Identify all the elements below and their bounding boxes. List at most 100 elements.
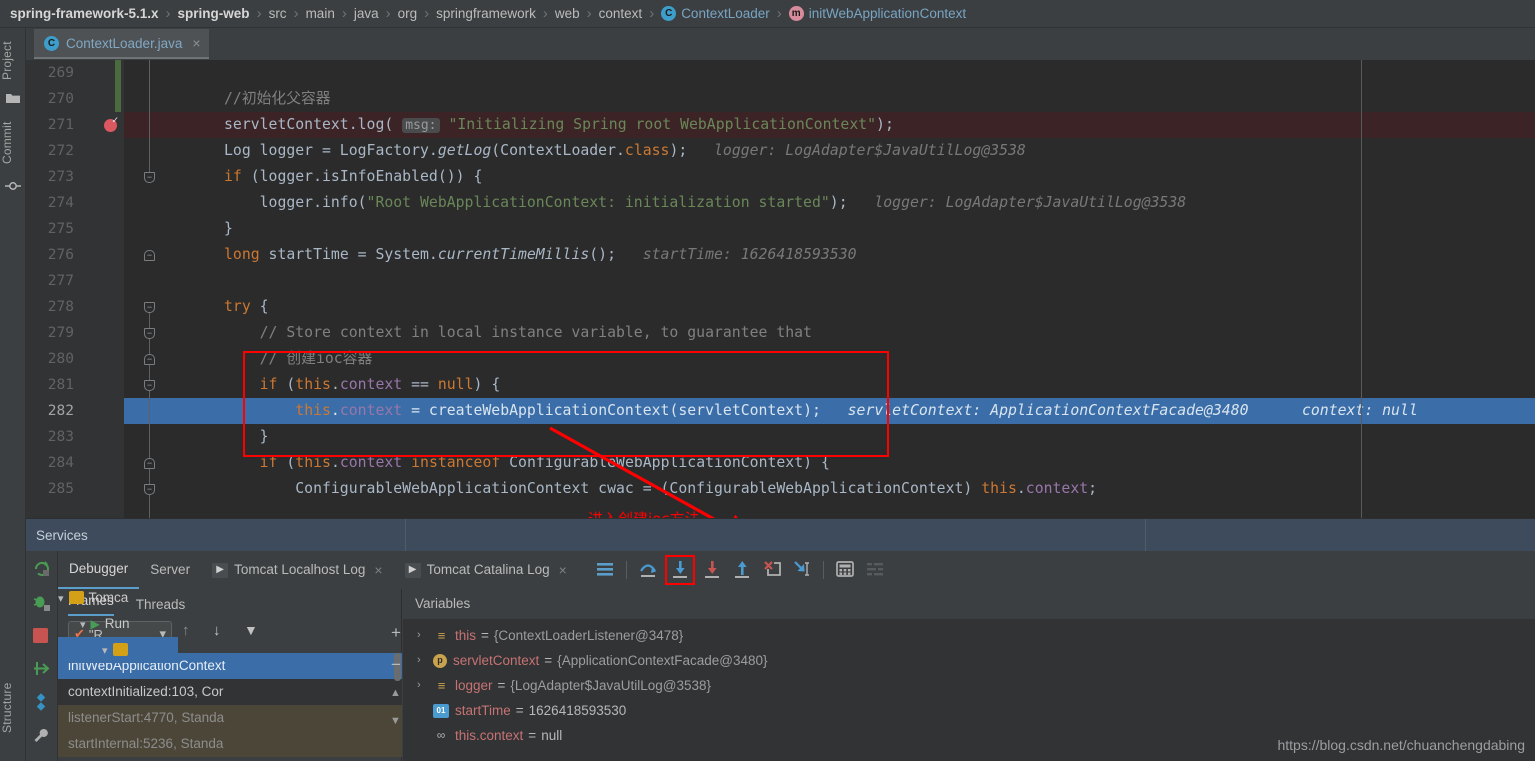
remove-watch-button[interactable]: − (391, 655, 401, 675)
line-number-278[interactable]: 278 (26, 294, 124, 320)
code-line-283[interactable]: } (124, 424, 1535, 450)
breadcrumb-item-context[interactable]: context (599, 6, 643, 21)
step-over-icon[interactable] (635, 557, 661, 583)
code-line-273[interactable]: if (logger.isInfoEnabled()) { (124, 164, 1535, 190)
breadcrumb-item-main[interactable]: main (306, 6, 335, 21)
show-execution-point-icon[interactable] (592, 557, 618, 583)
breadcrumb-item-web[interactable]: web (555, 6, 580, 21)
variable-row[interactable]: › ≡ logger = {LogAdapter$JavaUtilLog@3538} (403, 673, 1535, 698)
line-number-285[interactable]: 285 (26, 476, 124, 502)
fold-open-icon-285[interactable]: − (144, 484, 155, 495)
fold-close-icon-281[interactable]: − (144, 354, 155, 365)
fold-open-icon-273[interactable]: − (144, 172, 155, 183)
line-number-276[interactable]: 276 (26, 242, 124, 268)
editor-tab-contextloader[interactable]: C ContextLoader.java × (34, 29, 209, 59)
fold-open-icon-279[interactable]: − (144, 328, 155, 339)
code-line-269[interactable] (124, 60, 1535, 86)
expand-chevron-icon[interactable]: › (417, 673, 433, 698)
run-to-cursor-icon[interactable] (789, 557, 815, 583)
line-number-273[interactable]: 273 (26, 164, 124, 190)
close-icon[interactable]: × (559, 551, 567, 589)
services-tree-item[interactable]: ▾ (58, 637, 178, 663)
line-number-282[interactable]: 282 (26, 398, 124, 424)
breadcrumb-item-contextloader[interactable]: C ContextLoader (661, 6, 770, 21)
fold-close-icon-275[interactable]: − (144, 250, 155, 261)
code-line-272[interactable]: Log logger = LogFactory.getLog(ContextLo… (124, 138, 1535, 164)
filter-icon[interactable]: ▼ (244, 622, 258, 638)
breadcrumb-item-spring-web[interactable]: spring-web (178, 6, 250, 21)
code-line-281[interactable]: if (this.context == null) { (124, 372, 1535, 398)
force-step-into-icon[interactable] (699, 557, 725, 583)
chevron-down-icon[interactable]: ▾ (80, 619, 86, 631)
code-line-278[interactable]: try { (124, 294, 1535, 320)
code-line-276[interactable]: long startTime = System.currentTimeMilli… (124, 242, 1535, 268)
tool-button-structure[interactable]: Structure (0, 668, 26, 748)
breadcrumb-item-java[interactable]: java (354, 6, 379, 21)
breakpoint-icon[interactable] (104, 115, 119, 132)
line-number-270[interactable]: 270 (26, 86, 124, 112)
code-line-270[interactable]: //初始化父容器 (124, 86, 1535, 112)
tool-button-commit[interactable]: Commit (0, 112, 26, 174)
frame-up-icon[interactable]: ↑ (182, 622, 190, 639)
step-into-icon[interactable] (664, 555, 695, 585)
debug-tab-tomcat-localhost-log[interactable]: ▶ Tomcat Localhost Log × (201, 551, 394, 589)
tool-button-project[interactable]: Project (0, 32, 26, 90)
close-icon[interactable]: × (374, 551, 382, 589)
line-number-281[interactable]: 281 (26, 372, 124, 398)
fold-open-icon-281b[interactable]: − (144, 380, 155, 391)
debug-tab-tomcat-catalina-log[interactable]: ▶ Tomcat Catalina Log × (394, 551, 578, 589)
line-number-269[interactable]: 269 (26, 60, 124, 86)
code-line-279[interactable]: // Store context in local instance varia… (124, 320, 1535, 346)
services-tree[interactable]: ▾ Tomca ▾ ▶ Run ▾ (58, 585, 178, 761)
add-watch-button[interactable]: + (391, 623, 401, 643)
move-up-button[interactable]: ▲ (390, 687, 401, 699)
code-editor[interactable]: 2692702712722732742752762772782792802812… (26, 60, 1535, 518)
code-line-280[interactable]: // 创建ioc容器 (124, 346, 1535, 372)
close-icon[interactable]: × (192, 35, 200, 51)
drop-frame-icon[interactable] (759, 557, 785, 583)
step-out-icon[interactable] (729, 557, 755, 583)
code-line-277[interactable] (124, 268, 1535, 294)
editor-gutter[interactable]: 2692702712722732742752762772782792802812… (26, 60, 124, 518)
variable-row[interactable]: 01 startTime = 1626418593530 (403, 698, 1535, 723)
evaluate-expression-icon[interactable] (832, 557, 858, 583)
breadcrumb-item-spring-framework-5-1-x[interactable]: spring-framework-5.1.x (10, 6, 159, 21)
line-number-279[interactable]: 279 (26, 320, 124, 346)
code-line-271[interactable]: servletContext.log( msg: "Initializing S… (124, 112, 1535, 138)
expand-chevron-icon[interactable]: › (417, 623, 433, 648)
line-number-272[interactable]: 272 (26, 138, 124, 164)
debug-icon[interactable] (32, 593, 51, 617)
line-number-277[interactable]: 277 (26, 268, 124, 294)
chevron-down-icon[interactable]: ▾ (58, 593, 64, 605)
code-line-282[interactable]: this.context = createWebApplicationConte… (124, 398, 1535, 424)
services-tree-item[interactable]: ▾ Tomca (58, 585, 178, 611)
view-breakpoints-icon[interactable] (32, 693, 50, 716)
breadcrumb-item-src[interactable]: src (269, 6, 287, 21)
services-title[interactable]: Services (26, 518, 406, 552)
chevron-down-icon[interactable]: ▾ (102, 645, 108, 657)
fold-close-icon-284[interactable]: − (144, 458, 155, 469)
services-tree-item[interactable]: ▾ ▶ Run (58, 611, 178, 637)
expand-chevron-icon[interactable]: › (417, 648, 433, 673)
move-down-button[interactable]: ▼ (390, 715, 401, 727)
mute-breakpoints-icon[interactable] (862, 557, 888, 583)
line-number-275[interactable]: 275 (26, 216, 124, 242)
code-line-285[interactable]: ConfigurableWebApplicationContext cwac =… (124, 476, 1535, 502)
rerun-icon[interactable] (32, 559, 51, 583)
line-number-283[interactable]: 283 (26, 424, 124, 450)
code-line-284[interactable]: if (this.context instanceof Configurable… (124, 450, 1535, 476)
stop-icon[interactable] (32, 627, 49, 649)
debug-tab-server[interactable]: Server (139, 551, 201, 589)
variable-row[interactable]: › p servletContext = {ApplicationContextFaca… (403, 648, 1535, 673)
breadcrumb-item-org[interactable]: org (398, 6, 418, 21)
code-line-274[interactable]: logger.info("Root WebApplicationContext:… (124, 190, 1535, 216)
line-number-284[interactable]: 284 (26, 450, 124, 476)
settings-wrench-icon[interactable] (32, 727, 50, 750)
fold-open-icon-278[interactable]: − (144, 302, 155, 313)
resume-program-icon[interactable] (32, 659, 51, 683)
code-line-275[interactable]: } (124, 216, 1535, 242)
frame-down-icon[interactable]: ↓ (213, 622, 221, 639)
line-number-274[interactable]: 274 (26, 190, 124, 216)
breadcrumb-item-springframework[interactable]: springframework (436, 6, 536, 21)
debug-tab-debugger[interactable]: Debugger (58, 551, 140, 589)
